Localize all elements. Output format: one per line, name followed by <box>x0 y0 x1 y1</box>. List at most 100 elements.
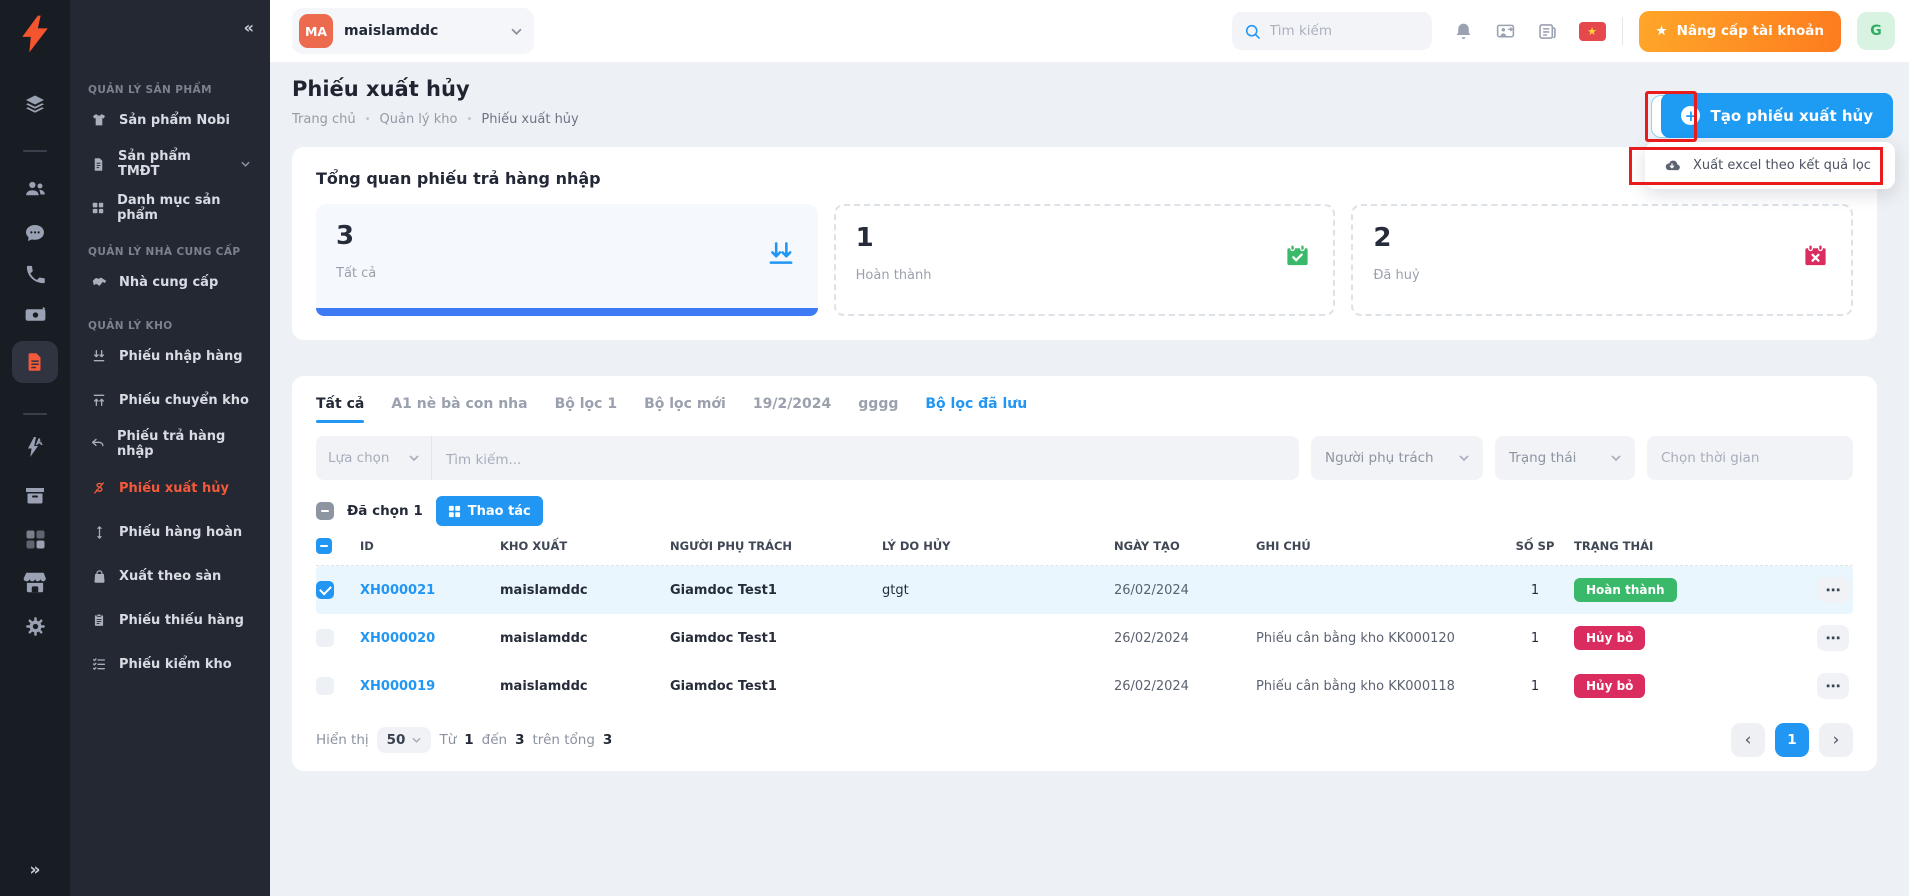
collapse-sidebar-icon[interactable]: « <box>244 18 254 37</box>
stat-value: 2 <box>1373 223 1831 253</box>
vietnam-flag-icon[interactable]: ★ <box>1579 22 1606 41</box>
status-filter-select[interactable]: Trạng thái <box>1495 436 1635 480</box>
stat-card-all[interactable]: 3 Tất cả <box>316 204 818 316</box>
time-filter-input[interactable] <box>1661 450 1839 466</box>
next-page-button[interactable]: › <box>1819 723 1853 757</box>
upgrade-account-button[interactable]: ★ Nâng cấp tài khoản <box>1639 11 1841 52</box>
sidebar-item-phieu-xuat-huy[interactable]: Phiếu xuất hủy <box>84 466 256 510</box>
chevron-down-icon <box>412 737 421 743</box>
chat-icon[interactable] <box>23 221 47 245</box>
chevron-down-icon <box>409 455 419 461</box>
row-checkbox[interactable] <box>316 629 334 647</box>
row-checkbox[interactable] <box>316 677 334 695</box>
cell-reason: gtgt <box>882 583 1114 598</box>
workspace-switcher[interactable]: MA maislamddc <box>292 8 534 54</box>
sidebar-item-phieu-kiem-kho[interactable]: Phiếu kiểm kho <box>84 642 256 686</box>
bell-icon[interactable] <box>1453 21 1474 42</box>
stat-card-completed[interactable]: 1 Hoàn thành <box>834 204 1336 316</box>
page-title: Phiếu xuất hủy <box>292 77 1877 101</box>
tab-bo-loc-moi[interactable]: Bộ lọc mới <box>644 396 726 423</box>
sidebar-item-label: Phiếu thiếu hàng <box>119 613 244 628</box>
stat-card-cancelled[interactable]: 2 Đã huỷ <box>1351 204 1853 316</box>
stat-label: Hoàn thành <box>856 268 1314 283</box>
sidebar-item-label: Phiếu nhập hàng <box>119 349 243 364</box>
row-checkbox[interactable] <box>316 581 334 599</box>
sidebar-item-phieu-thieu-hang[interactable]: Phiếu thiếu hàng <box>84 598 256 642</box>
tab-bo-loc-1[interactable]: Bộ lọc 1 <box>555 396 618 423</box>
screen-share-icon[interactable] <box>1495 21 1516 42</box>
table-row[interactable]: XH000019 maislamddc Giamdoc Test1 26/02/… <box>316 662 1853 710</box>
store-icon[interactable] <box>22 569 48 595</box>
gear-icon[interactable] <box>24 615 47 638</box>
main-content: Phiếu xuất hủy Trang chủ • Quản lý kho •… <box>270 63 1909 896</box>
handshake-icon <box>90 274 108 291</box>
row-more-button[interactable]: ⋯ <box>1817 577 1849 603</box>
page-size-select[interactable]: 50 <box>377 727 432 753</box>
breadcrumb-warehouse[interactable]: Quản lý kho <box>380 112 458 127</box>
table-search-input[interactable] <box>446 452 1285 468</box>
sidebar-item-phieu-nhap-hang[interactable]: Phiếu nhập hàng <box>84 334 256 378</box>
cell-qty: 1 <box>1496 631 1574 646</box>
sidebar-item-phieu-chuyen-kho[interactable]: Phiếu chuyển kho <box>84 378 256 422</box>
tab-bo-loc-da-luu[interactable]: Bộ lọc đã lưu <box>925 396 1027 423</box>
cell-id[interactable]: XH000020 <box>360 631 500 646</box>
expand-sidebar-icon[interactable]: » <box>30 860 41 880</box>
sidebar: « QUẢN LÝ SẢN PHẨM Sản phẩm Nobi Sản phẩ… <box>70 0 270 896</box>
sidebar-section-warehouse: QUẢN LÝ KHO <box>88 320 252 332</box>
sidebar-item-label: Phiếu kiểm kho <box>119 657 232 672</box>
cell-note: Phiếu cân bằng kho KK000120 <box>1256 631 1496 646</box>
sidebar-item-danh-muc-san-pham[interactable]: Danh mục sản phẩm <box>84 186 256 230</box>
phone-icon[interactable] <box>24 263 47 286</box>
selected-count: Đã chọn 1 <box>347 503 423 519</box>
tab-gggg[interactable]: gggg <box>858 396 898 423</box>
row-more-button[interactable]: ⋯ <box>1817 673 1849 699</box>
sidebar-item-phieu-tra-hang-nhap[interactable]: Phiếu trả hàng nhập <box>84 422 256 466</box>
sidebar-section-products: QUẢN LÝ SẢN PHẨM <box>88 84 252 96</box>
breadcrumb-separator: • <box>365 114 371 125</box>
user-avatar[interactable]: G <box>1857 12 1895 50</box>
workspace-name: maislamddc <box>344 23 438 39</box>
cell-warehouse: maislamddc <box>500 583 670 598</box>
shopping-bag-icon <box>90 569 108 584</box>
bulk-action-button[interactable]: Thao tác <box>436 496 543 526</box>
export-excel-menu-item[interactable]: Xuất excel theo kết quả lọc <box>1645 142 1895 189</box>
transactions-icon[interactable] <box>23 302 48 327</box>
news-icon[interactable] <box>1537 21 1558 42</box>
cell-id[interactable]: XH000019 <box>360 679 500 694</box>
cell-warehouse: maislamddc <box>500 631 670 646</box>
create-phieu-xuat-huy-button[interactable]: + Tạo phiếu xuất hủy <box>1661 93 1893 138</box>
table-row[interactable]: XH000020 maislamddc Giamdoc Test1 26/02/… <box>316 614 1853 662</box>
current-page-button[interactable]: 1 <box>1775 723 1809 757</box>
flash-a-icon[interactable] <box>23 435 47 459</box>
archive-box-icon[interactable] <box>23 483 47 507</box>
row-more-button[interactable]: ⋯ <box>1817 625 1849 651</box>
tab-tat-ca[interactable]: Tất cả <box>316 396 364 423</box>
sidebar-item-san-pham-tmdt[interactable]: Sản phẩm TMĐT <box>84 142 256 186</box>
sidebar-item-phieu-hang-hoan[interactable]: Phiếu hàng hoàn <box>84 510 256 554</box>
chevron-down-icon <box>241 161 250 167</box>
prev-page-button[interactable]: ‹ <box>1731 723 1765 757</box>
from-label: Từ <box>439 732 456 748</box>
sidebar-item-nha-cung-cap[interactable]: Nhà cung cấp <box>84 260 256 304</box>
layers-icon[interactable] <box>23 92 47 116</box>
tab-19-2-2024[interactable]: 19/2/2024 <box>753 396 831 423</box>
assignee-filter-select[interactable]: Người phụ trách <box>1311 436 1483 480</box>
global-search[interactable] <box>1232 12 1432 50</box>
documents-icon-active[interactable] <box>12 341 58 383</box>
col-trang-thai: TRẠNG THÁI <box>1574 539 1756 553</box>
tab-a1-ne-ba-con-nha[interactable]: A1 nè bà con nha <box>391 396 527 423</box>
search-input[interactable] <box>1270 23 1420 39</box>
cell-id[interactable]: XH000021 <box>360 583 500 598</box>
table-row[interactable]: XH000021 maislamddc Giamdoc Test1 gtgt 2… <box>316 566 1853 614</box>
apps-grid-icon[interactable] <box>23 527 47 551</box>
sidebar-item-label: Danh mục sản phẩm <box>117 193 250 223</box>
search-field-select[interactable]: Lựa chọn <box>316 436 432 480</box>
sidebar-item-xuat-theo-san[interactable]: Xuất theo sàn <box>84 554 256 598</box>
users-icon[interactable] <box>23 176 48 201</box>
header-checkbox[interactable] <box>316 538 332 554</box>
calendar-check-icon <box>1284 242 1311 269</box>
breadcrumb-home[interactable]: Trang chủ <box>292 112 356 127</box>
stat-label: Đã huỷ <box>1373 268 1831 283</box>
select-all-checkbox[interactable] <box>316 502 334 520</box>
sidebar-item-san-pham-nobi[interactable]: Sản phẩm Nobi <box>84 98 256 142</box>
